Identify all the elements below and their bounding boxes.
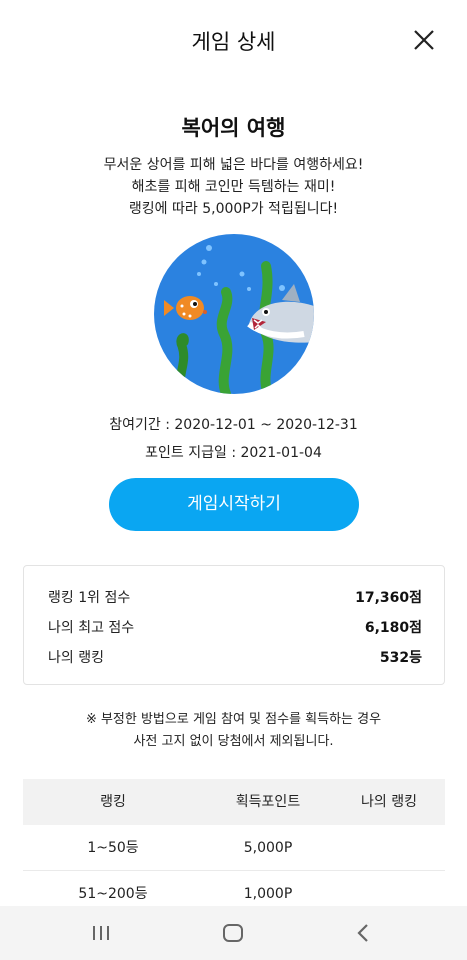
game-title: 복어의 여행	[181, 116, 286, 140]
table-header: 랭킹 획득포인트 나의 랭킹	[23, 779, 445, 825]
game-illustration	[154, 234, 314, 394]
notice-line: 사전 고지 없이 당첨에서 제외됩니다.	[133, 734, 334, 749]
top-rank-score-row: 랭킹 1위 점수 17,360점	[48, 587, 422, 609]
system-navigation-bar	[0, 906, 467, 960]
game-thumbnail	[154, 234, 314, 394]
score-summary: 랭킹 1위 점수 17,360점 나의 최고 점수 6,180점 나의 랭킹 5…	[23, 565, 445, 685]
start-game-button[interactable]: 게임시작하기	[109, 478, 359, 531]
close-icon	[414, 30, 434, 50]
description-line: 랭킹에 따라 5,000P가 적립됩니다!	[128, 201, 339, 217]
score-value: 17,360점	[355, 590, 422, 606]
home-icon	[223, 924, 243, 942]
table-row: 1~50등 5,000P	[23, 825, 445, 871]
points-cell: 5,000P	[243, 840, 293, 856]
recent-apps-button[interactable]	[88, 920, 114, 946]
participation-period: 참여기간 : 2020-12-01 ~ 2020-12-31	[109, 417, 358, 433]
score-value: 532등	[379, 650, 422, 666]
close-button[interactable]	[410, 26, 438, 54]
back-button[interactable]	[350, 920, 376, 946]
fraud-notice: ※ 부정한 방법으로 게임 참여 및 점수를 획득하는 경우 사전 고지 없이 …	[0, 709, 467, 753]
ranking-reward-table: 랭킹 획득포인트 나의 랭킹 1~50등 5,000P 51~200등 1,00…	[23, 779, 445, 917]
page-title: 게임 상세	[191, 30, 276, 54]
recent-apps-icon	[93, 926, 109, 940]
point-pay-date: 포인트 지급일 : 2021-01-04	[145, 445, 322, 461]
column-header-rank: 랭킹	[100, 794, 126, 810]
description-line: 무서운 상어를 피해 넓은 바다를 여행하세요!	[103, 157, 364, 173]
game-description: 무서운 상어를 피해 넓은 바다를 여행하세요! 해초를 피해 코인만 득템하는…	[0, 154, 467, 220]
column-header-points: 획득포인트	[235, 794, 301, 810]
description-line: 해초를 피해 코인만 득템하는 재미!	[131, 179, 336, 195]
home-button[interactable]	[220, 920, 246, 946]
score-label: 나의 랭킹	[48, 650, 104, 666]
my-rank-row: 나의 랭킹 532등	[48, 647, 422, 669]
my-best-score-row: 나의 최고 점수 6,180점	[48, 617, 422, 639]
score-value: 6,180점	[364, 620, 422, 636]
notice-line: ※ 부정한 방법으로 게임 참여 및 점수를 획득하는 경우	[85, 712, 382, 727]
score-label: 나의 최고 점수	[48, 620, 135, 636]
rank-range-cell: 1~50등	[87, 840, 139, 856]
header: 게임 상세	[0, 0, 467, 82]
score-label: 랭킹 1위 점수	[48, 590, 131, 606]
column-header-my-rank: 나의 랭킹	[361, 794, 417, 810]
back-icon	[357, 924, 368, 942]
